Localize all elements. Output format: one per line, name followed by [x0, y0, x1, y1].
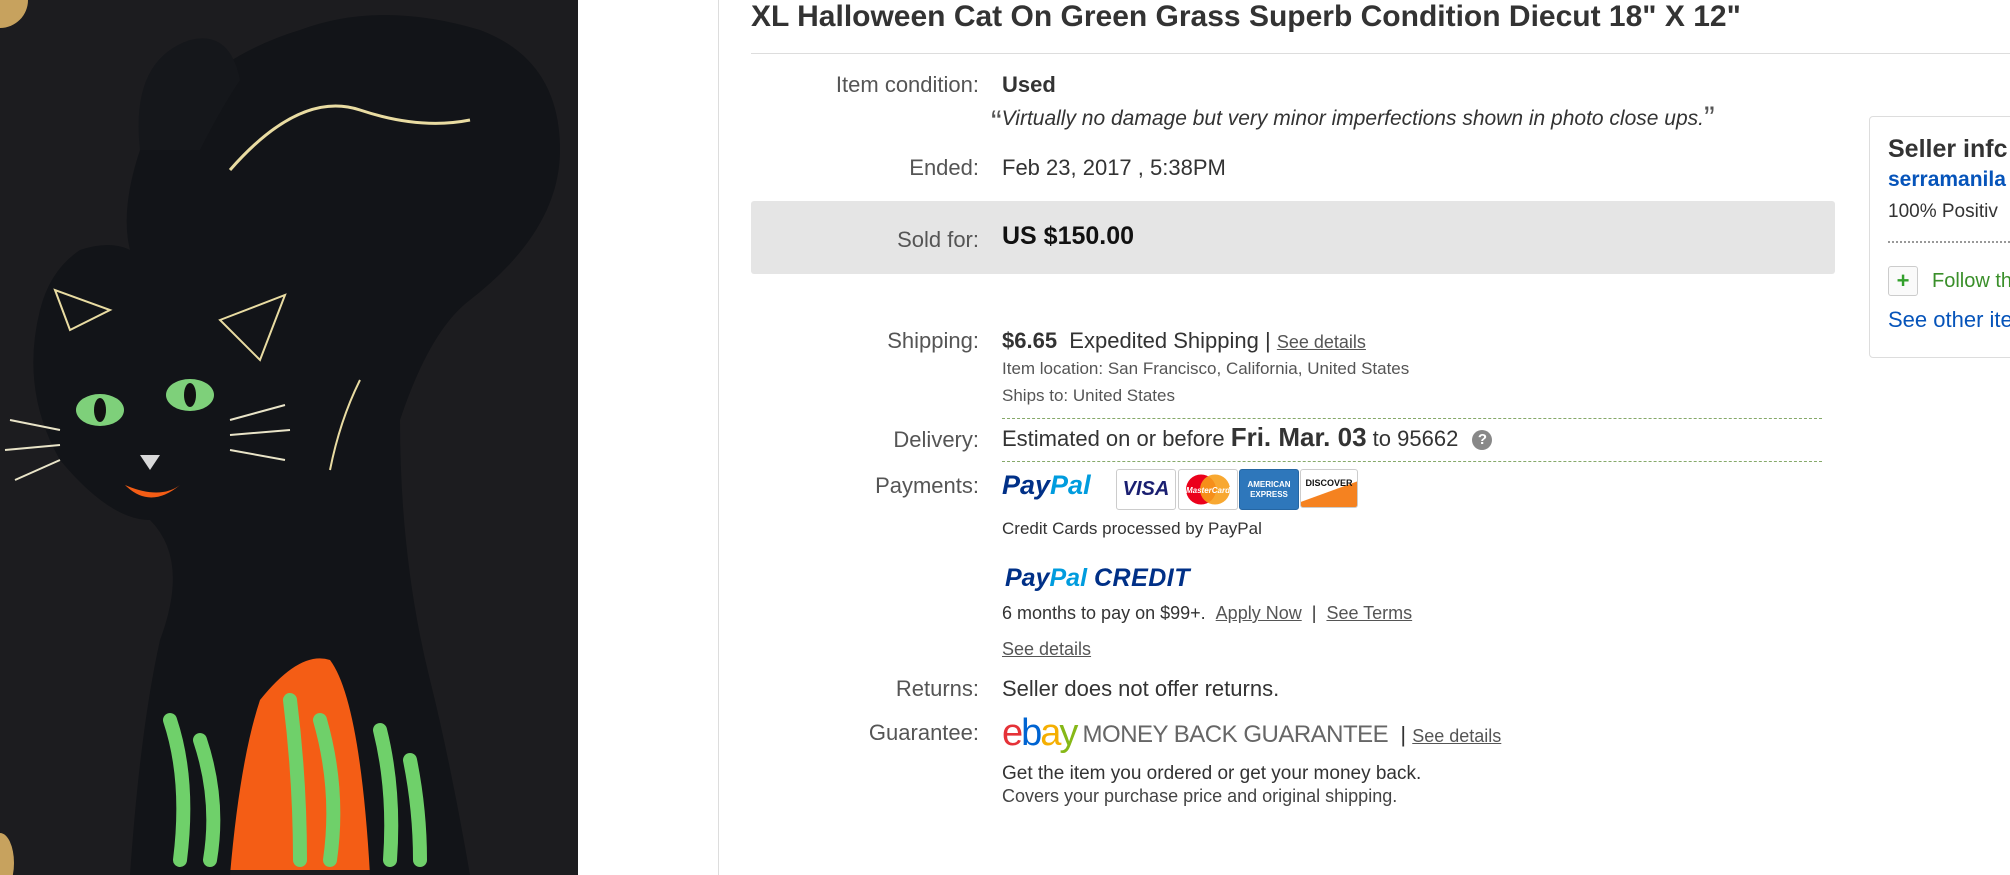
returns-label: Returns:: [895, 676, 979, 701]
guarantee-see-details-link[interactable]: See details: [1412, 726, 1501, 746]
mastercard-icon: MasterCard: [1178, 469, 1238, 510]
mastercard-text: MasterCard: [1186, 486, 1231, 495]
open-quote: “: [991, 104, 1002, 140]
item-location: Item location: San Francisco, California…: [1002, 359, 1409, 379]
delivery-label: Delivery:: [893, 427, 979, 452]
payments-see-details-link[interactable]: See details: [1002, 639, 1091, 659]
payments-details-row: See details: [1002, 635, 1091, 661]
item-title: XL Halloween Cat On Green Grass Superb C…: [751, 0, 2010, 54]
seller-info-heading: Seller infc: [1888, 135, 2008, 163]
see-other-items-link[interactable]: See other ite: [1888, 307, 2010, 333]
help-icon[interactable]: ?: [1472, 430, 1493, 450]
money-back-guarantee: ebay MONEY BACK GUARANTEE | See details: [1002, 712, 1501, 755]
ended-value: Feb 23, 2017 , 5:38PM: [1002, 155, 1226, 180]
delivery-to: to: [1372, 426, 1392, 451]
delivery-prefix: Estimated on or before: [1002, 426, 1225, 451]
guarantee-line-2: Covers your purchase price and original …: [1002, 786, 1398, 806]
shipping-separator: |: [1265, 328, 1271, 353]
follow-seller-link[interactable]: Follow th: [1932, 270, 2010, 293]
item-details-panel: XL Halloween Cat On Green Grass Superb C…: [718, 0, 2010, 875]
ebay-logo-b: b: [1021, 712, 1042, 754]
paypal-logo-pay: Pay: [1002, 470, 1051, 500]
ships-to: Ships to: United States: [1002, 386, 1175, 406]
returns-value: Seller does not offer returns.: [1002, 676, 1280, 701]
item-location-value: San Francisco, California, United States: [1107, 359, 1410, 378]
delivery-date: Fri. Mar. 03: [1230, 422, 1367, 452]
ebay-logo-y: y: [1059, 712, 1078, 754]
paypal-credit-logo: PayPal CREDIT: [1005, 564, 1190, 593]
follow-plus-icon[interactable]: +: [1888, 266, 1918, 296]
sold-label: Sold for:: [897, 227, 979, 252]
delivery-estimate: Estimated on or before Fri. Mar. 03 to 9…: [1002, 422, 1493, 453]
ships-to-label: Ships to:: [1002, 386, 1069, 405]
paypal-credit-pay: Pay: [1005, 564, 1050, 592]
sold-price: US $150.00: [1002, 222, 1135, 250]
seller-username-link[interactable]: serramanila: [1888, 168, 2006, 192]
seller-divider: [1888, 241, 2010, 243]
gallery-gutter: [578, 0, 718, 875]
shipping-line: $6.65 Expedited Shipping | See details: [1002, 328, 1366, 354]
item-photo[interactable]: [0, 0, 578, 875]
delivery-zip: 95662: [1397, 426, 1459, 451]
paypal-credit-offer: 6 months to pay on $99+. Apply Now | See…: [1002, 603, 1412, 624]
payments-label: Payments:: [875, 473, 979, 498]
guarantee-separator: |: [1400, 722, 1407, 747]
condition-note: “Virtually no damage but very minor impe…: [991, 100, 1715, 141]
halloween-cat-diecut-image: [0, 0, 578, 875]
shipping-label: Shipping:: [887, 328, 979, 353]
seller-info-box: Seller infc serramanila 100% Positiv + F…: [1869, 116, 2010, 358]
guarantee-line-1: Get the item you ordered or get your mon…: [1002, 763, 1422, 784]
paypal-credit-pal: Pal: [1049, 564, 1088, 592]
shipping-see-details-link[interactable]: See details: [1277, 332, 1366, 352]
shipping-price: $6.65: [1002, 328, 1058, 353]
discover-card-icon: DISCOVER: [1300, 469, 1358, 508]
condition-label: Item condition:: [835, 72, 979, 97]
ebay-logo-a: a: [1040, 712, 1061, 754]
mbg-text: MONEY BACK GUARANTEE: [1082, 721, 1389, 748]
visa-card-icon: VISA: [1116, 469, 1176, 510]
ships-to-value: United States: [1072, 386, 1175, 405]
close-quote: ”: [1703, 100, 1715, 136]
paypal-credit-word: CREDIT: [1093, 564, 1191, 592]
shipping-service: Expedited Shipping: [1069, 328, 1259, 353]
apply-now-link[interactable]: Apply Now: [1216, 603, 1302, 623]
ended-label: Ended:: [909, 155, 979, 180]
delivery-divider-bottom: [1002, 461, 1822, 462]
paypal-logo: PayPal: [1002, 470, 1091, 501]
ebay-logo: ebay: [1002, 712, 1078, 754]
condition-value: Used: [1002, 72, 1056, 97]
ebay-logo-e: e: [1002, 712, 1023, 754]
paypal-logo-pal: Pal: [1050, 470, 1091, 500]
condition-note-text: Virtually no damage but very minor imper…: [1001, 107, 1704, 130]
guarantee-label: Guarantee:: [868, 720, 979, 745]
amex-card-icon: AMERICAN EXPRESS: [1239, 469, 1299, 510]
see-terms-link[interactable]: See Terms: [1326, 603, 1412, 623]
credit-terms-text: 6 months to pay on $99+.: [1002, 603, 1206, 623]
seller-feedback: 100% Positiv: [1888, 201, 1998, 222]
credit-cards-processed: Credit Cards processed by PayPal: [1002, 519, 1262, 538]
item-location-label: Item location:: [1002, 359, 1104, 378]
credit-separator: |: [1311, 603, 1317, 623]
delivery-divider-top: [1002, 418, 1822, 419]
